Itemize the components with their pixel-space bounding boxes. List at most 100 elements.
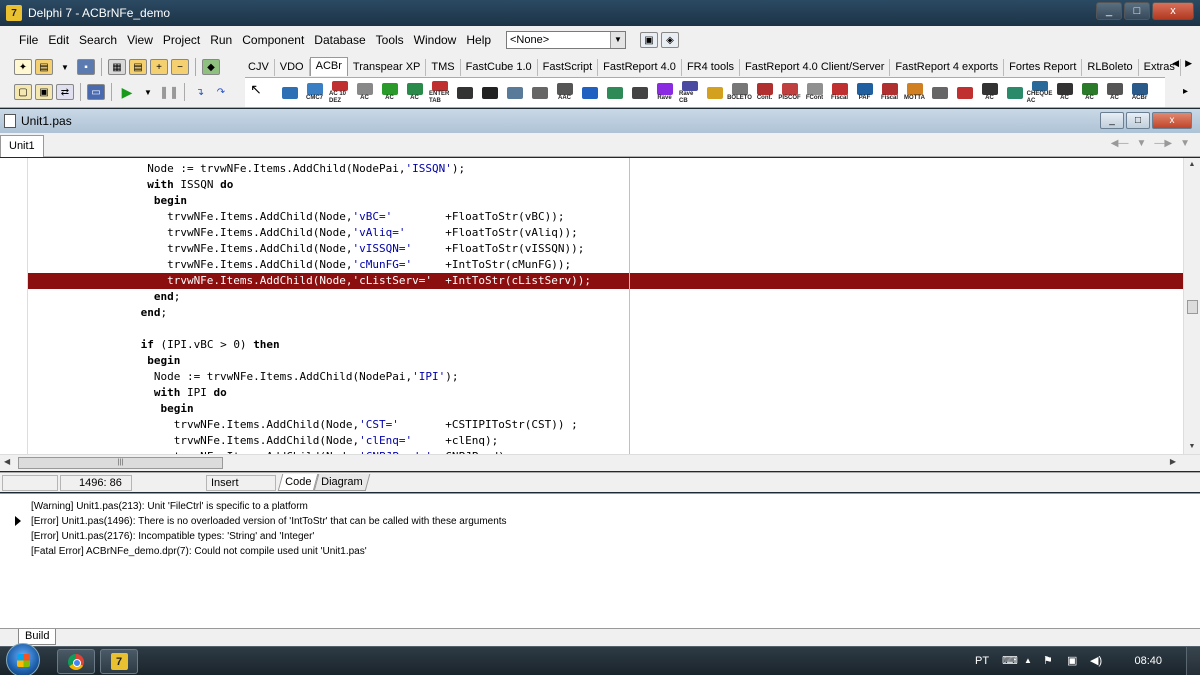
maximize-button[interactable]: □: [1124, 2, 1150, 20]
acbrpaf-icon[interactable]: PAF: [854, 81, 875, 105]
menu-component[interactable]: Component: [237, 30, 309, 50]
acbrcontabil-icon[interactable]: Cont.: [754, 81, 775, 105]
remove-file-icon[interactable]: −: [171, 59, 189, 75]
menu-help[interactable]: Help: [461, 30, 496, 50]
scroll-left-icon[interactable]: ◀: [4, 457, 10, 466]
acbrspedfiscal-icon[interactable]: [704, 81, 725, 105]
menu-window[interactable]: Window: [409, 30, 462, 50]
action-center-flag-icon[interactable]: ⚑: [1043, 654, 1053, 667]
tab-unit1[interactable]: Unit1: [0, 135, 44, 157]
acbrsocket-icon[interactable]: [579, 81, 600, 105]
taskbar-delphi[interactable]: 7: [100, 649, 138, 674]
scroll-right-icon[interactable]: ▶: [1170, 457, 1176, 466]
acbrnfedanferave-icon[interactable]: Rave CB: [679, 80, 700, 105]
code-line[interactable]: Node := trvwNFe.Items.AddChild(NodePai,'…: [28, 161, 1183, 177]
acbrvalidador-icon[interactable]: AC: [354, 81, 375, 105]
palette-tab-cjv[interactable]: CJV: [243, 59, 275, 76]
code-line[interactable]: trvwNFe.Items.AddChild(Node,'CST=' +CSTI…: [28, 417, 1183, 433]
code-editor[interactable]: Node := trvwNFe.Items.AddChild(NodePai,'…: [0, 158, 1200, 454]
code-line[interactable]: [28, 321, 1183, 337]
tab-diagram[interactable]: Diagram: [314, 474, 371, 491]
error-highlighted-line[interactable]: trvwNFe.Items.AddChild(Node,'cListServ='…: [28, 273, 1183, 289]
forward-dropdown-icon[interactable]: ▼: [1180, 138, 1190, 149]
scroll-up-icon[interactable]: ▲: [1184, 158, 1200, 172]
palette-tab-fr4-tools[interactable]: FR4 tools: [682, 59, 741, 76]
menu-database[interactable]: Database: [309, 30, 370, 50]
menu-file[interactable]: File: [14, 30, 43, 50]
palette-tab-fastreport-4-0[interactable]: FastReport 4.0: [598, 59, 682, 76]
message-fatal-error[interactable]: [Fatal Error] ACBrNFe_demo.dpr(7): Could…: [31, 544, 367, 559]
acbrdevice-icon[interactable]: AC: [979, 81, 1000, 105]
acbrdis-icon[interactable]: AC: [1104, 81, 1125, 105]
vertical-scrollbar[interactable]: ▲ ▼: [1183, 158, 1200, 454]
acbrnfe-icon[interactable]: [954, 81, 975, 105]
acbrcep-icon[interactable]: [604, 81, 625, 105]
acbrchq-icon[interactable]: CHEQUE AC: [1027, 80, 1052, 105]
tab-code[interactable]: Code: [277, 474, 319, 491]
help-icon[interactable]: ◆: [202, 59, 220, 75]
palette-tab-vdo[interactable]: VDO: [275, 59, 310, 76]
volume-icon[interactable]: ◀): [1090, 654, 1102, 667]
pause-icon[interactable]: ❚❚: [159, 84, 179, 100]
message-error-incompatible[interactable]: [Error] Unit1.pas(2176): Incompatible ty…: [31, 529, 314, 544]
palette-tab-transpear-xp[interactable]: Transpear XP: [348, 59, 427, 76]
acbrcte-icon[interactable]: MOTTA: [904, 81, 925, 105]
show-hidden-icons-icon[interactable]: ▲: [1024, 656, 1032, 665]
network-icon[interactable]: ▣: [1067, 654, 1077, 667]
code-line[interactable]: if (IPI.vBC > 0) then: [28, 337, 1183, 353]
acbrcalculadora-icon[interactable]: [279, 81, 300, 105]
open-dropdown-icon[interactable]: ▼: [56, 59, 74, 75]
code-line[interactable]: begin: [28, 353, 1183, 369]
menu-run[interactable]: Run: [205, 30, 237, 50]
code-line[interactable]: trvwNFe.Items.AddChild(Node,'vAliq=' +Fl…: [28, 225, 1183, 241]
view-unit-icon[interactable]: ▢: [14, 84, 32, 100]
menu-view[interactable]: View: [122, 30, 158, 50]
clock[interactable]: 08:40: [1134, 655, 1162, 667]
acbrferiado-icon[interactable]: [629, 81, 650, 105]
scroll-down-icon[interactable]: ▼: [1184, 440, 1200, 454]
code-line[interactable]: begin: [28, 193, 1183, 209]
acbrmail-icon[interactable]: [529, 81, 550, 105]
acbrdfe-icon[interactable]: [454, 81, 475, 105]
editor-close-button[interactable]: x: [1152, 112, 1192, 129]
save-all-icon[interactable]: ▦: [108, 59, 126, 75]
message-error-inttostr[interactable]: [Error] Unit1.pas(1496): There is no ove…: [31, 514, 507, 529]
forward-arrow-icon[interactable]: —▶: [1154, 138, 1172, 149]
show-desktop-button[interactable]: [1186, 647, 1200, 675]
chevron-left-icon[interactable]: ◀: [1172, 58, 1179, 69]
code-line[interactable]: trvwNFe.Items.AddChild(Node,'vISSQN=' +F…: [28, 241, 1183, 257]
new-icon[interactable]: ✦: [14, 59, 32, 75]
horizontal-scrollbar[interactable]: ◀ ||| ▶: [0, 454, 1200, 471]
message-warning[interactable]: [Warning] Unit1.pas(213): Unit 'FileCtrl…: [31, 499, 308, 514]
acbrgif-icon[interactable]: AC: [404, 81, 425, 105]
vertical-scroll-thumb[interactable]: [1187, 300, 1198, 314]
acbrcmc7-icon[interactable]: CMC7: [304, 81, 325, 105]
menu-search[interactable]: Search: [74, 30, 122, 50]
palette-tab-fastscript[interactable]: FastScript: [538, 59, 599, 76]
add-file-icon[interactable]: +: [150, 59, 168, 75]
acbrentertab2-icon[interactable]: ENTER TAB: [429, 80, 450, 105]
acbrbal-icon[interactable]: ACBr: [1129, 81, 1150, 105]
acbrecf-icon[interactable]: [1004, 81, 1025, 105]
acbrspedfiscal2-icon[interactable]: Fiscal: [879, 81, 900, 105]
new-form-icon[interactable]: ▭: [87, 84, 105, 100]
code-line[interactable]: end;: [28, 305, 1183, 321]
step-over-icon[interactable]: ↷: [212, 84, 230, 100]
palette-tab-fastcube-1-0[interactable]: FastCube 1.0: [461, 59, 538, 76]
start-button[interactable]: [6, 643, 40, 675]
view-form-icon[interactable]: ▣: [35, 84, 53, 100]
horizontal-scroll-thumb[interactable]: |||: [18, 457, 223, 469]
keyboard-icon[interactable]: ⌨: [1002, 654, 1018, 667]
code-line[interactable]: trvwNFe.Items.AddChild(Node,'cMunFG=' +I…: [28, 257, 1183, 273]
menu-project[interactable]: Project: [158, 30, 205, 50]
acbrrave-icon[interactable]: Rave: [654, 81, 675, 105]
back-arrow-icon[interactable]: ◀—: [1111, 138, 1129, 149]
palette-tab-acbr[interactable]: ACBr: [309, 57, 348, 76]
messages-panel[interactable]: [Warning] Unit1.pas(213): Unit 'FileCtrl…: [0, 493, 1200, 628]
menu-edit[interactable]: Edit: [43, 30, 74, 50]
acbrter-icon[interactable]: AC: [1079, 81, 1100, 105]
palette-scroll-right-icon[interactable]: ▸: [1183, 86, 1188, 97]
code-line[interactable]: Node := trvwNFe.Items.AddChild(NodePai,'…: [28, 369, 1183, 385]
toggle-form-unit-icon[interactable]: ⇄: [56, 84, 74, 100]
acbrpiscofins-icon[interactable]: PISCOF: [778, 81, 801, 105]
